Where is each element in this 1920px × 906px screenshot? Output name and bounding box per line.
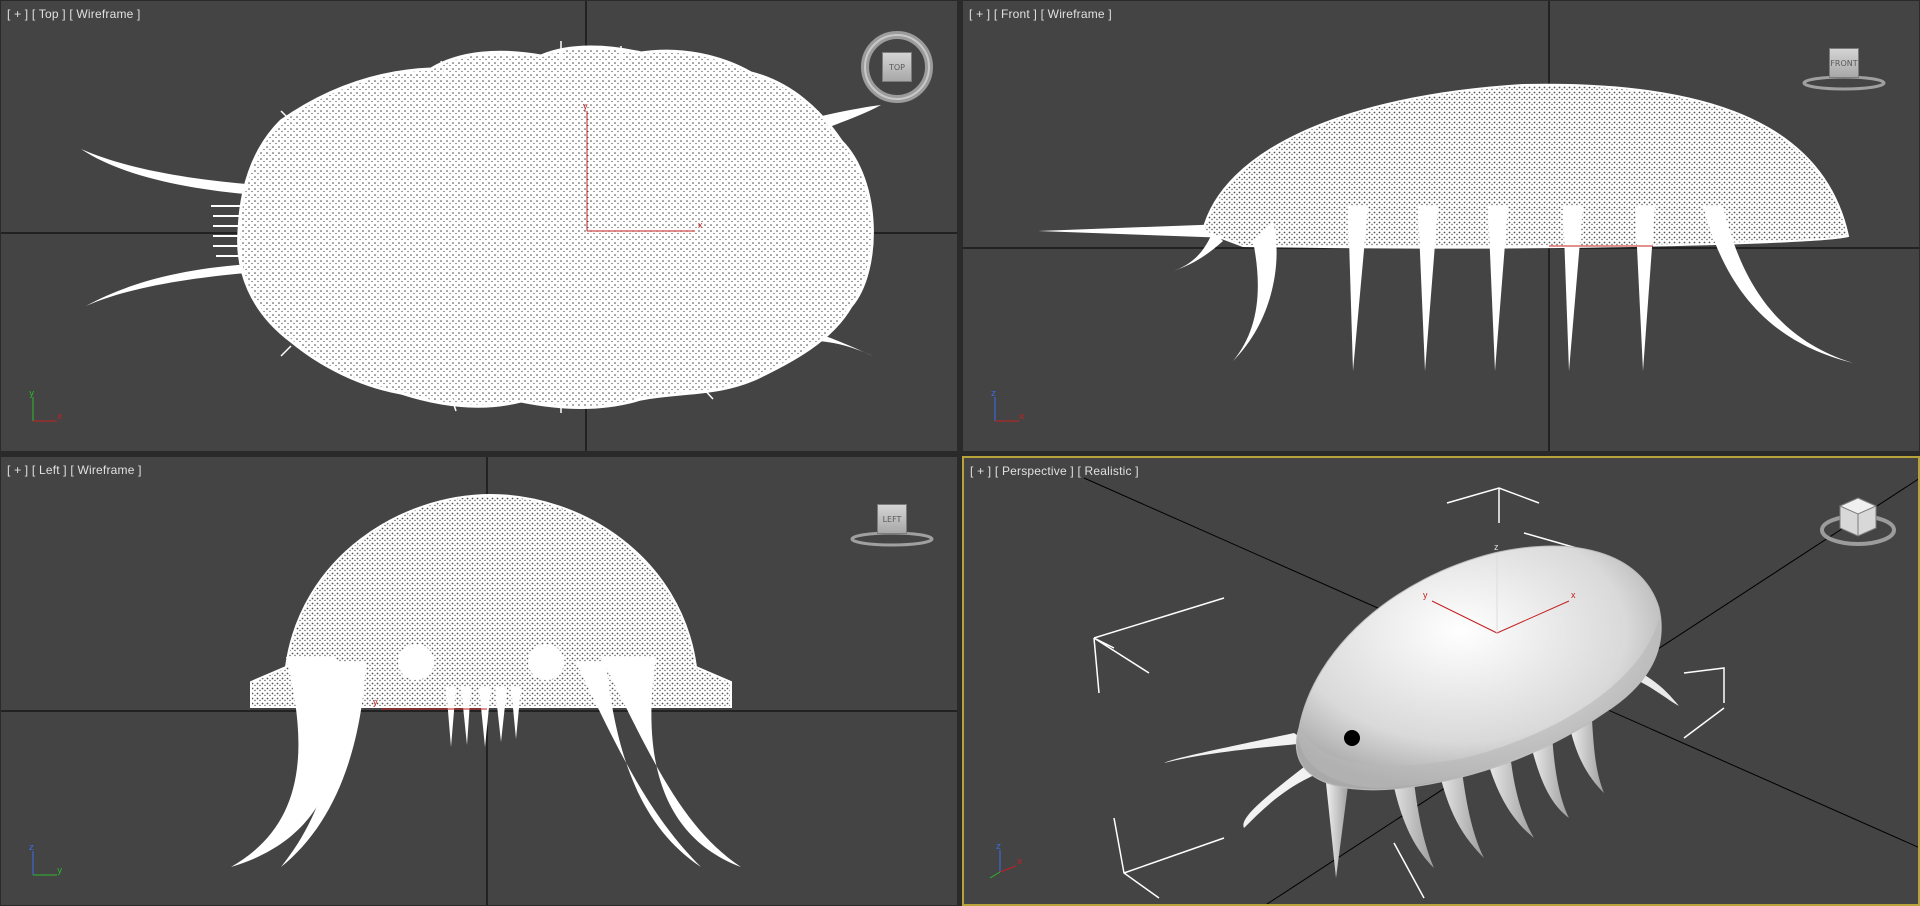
viewcube-top[interactable]: TOP [857, 27, 937, 107]
svg-text:z: z [991, 389, 996, 399]
viewcube-perspective[interactable] [1818, 494, 1898, 556]
axis-tripod-left: z y [29, 843, 63, 876]
antenna-upper [81, 149, 271, 196]
svg-text:x: x [57, 412, 63, 422]
left-scene: y [1, 457, 957, 905]
gizmo-y-label: y [1423, 590, 1428, 600]
viewport-menu-plus[interactable]: [ + ] [970, 464, 991, 478]
axis-tripod-front: z x [991, 389, 1025, 422]
perspective-scene: y x z [1083, 477, 1918, 904]
viewport-grid: [ + ] [ Top ] [ Wireframe ] x y TOP y x … [0, 0, 1920, 906]
top-scene: x y [1, 1, 957, 451]
gizmo-x-label: x [698, 220, 703, 230]
viewport-view-menu[interactable]: [ Perspective ] [995, 464, 1074, 478]
viewcube-front[interactable]: FRONT [1799, 39, 1889, 99]
viewport-top[interactable]: [ + ] [ Top ] [ Wireframe ] x y TOP y x [0, 0, 958, 452]
viewport-front[interactable]: [ + ] [ Front ] [ Wireframe ] FRONT z x [962, 0, 1920, 452]
viewcube-face[interactable]: TOP [882, 52, 912, 82]
viewport-view-menu[interactable]: [ Left ] [32, 463, 67, 477]
svg-text:y: y [29, 389, 35, 399]
viewport-label-top[interactable]: [ + ] [ Top ] [ Wireframe ] [7, 7, 141, 21]
axis-tripod-perspective: z x [989, 842, 1023, 879]
svg-text:x: x [1019, 412, 1025, 422]
viewcube-face[interactable]: FRONT [1829, 48, 1859, 78]
creature-eye [1344, 730, 1360, 746]
viewport-menu-plus[interactable]: [ + ] [7, 463, 28, 477]
creature-body-top [237, 45, 874, 409]
viewport-shading-menu[interactable]: [ Wireframe ] [69, 7, 140, 21]
viewcube-ring [1820, 497, 1896, 546]
gizmo-y-label: y [583, 101, 588, 111]
viewport-perspective[interactable]: [ + ] [ Perspective ] [ Realistic ] y x … [962, 456, 1920, 906]
svg-text:z: z [996, 842, 1001, 852]
svg-text:x: x [1017, 857, 1023, 867]
viewport-view-menu[interactable]: [ Front ] [994, 7, 1037, 21]
axis-tripod-top: y x [29, 389, 63, 422]
viewport-menu-plus[interactable]: [ + ] [969, 7, 990, 21]
svg-text:y: y [57, 866, 63, 876]
viewport-label-left[interactable]: [ + ] [ Left ] [ Wireframe ] [7, 463, 142, 477]
svg-text:z: z [29, 843, 34, 853]
viewport-left[interactable]: [ + ] [ Left ] [ Wireframe ] y LEFT z y [0, 456, 958, 906]
viewport-shading-menu[interactable]: [ Realistic ] [1077, 464, 1138, 478]
viewcube-face[interactable]: LEFT [877, 504, 907, 534]
gizmo-z-label: z [1494, 542, 1499, 552]
viewcube-left[interactable]: LEFT [847, 495, 937, 555]
viewport-view-menu[interactable]: [ Top ] [32, 7, 66, 21]
viewport-shading-menu[interactable]: [ Wireframe ] [1041, 7, 1112, 21]
viewport-label-perspective[interactable]: [ + ] [ Perspective ] [ Realistic ] [970, 464, 1139, 478]
gizmo-x-label: x [1571, 590, 1576, 600]
viewport-label-front[interactable]: [ + ] [ Front ] [ Wireframe ] [969, 7, 1112, 21]
viewport-shading-menu[interactable]: [ Wireframe ] [70, 463, 141, 477]
front-scene [963, 1, 1919, 451]
creature-body-front [1201, 83, 1850, 249]
viewport-menu-plus[interactable]: [ + ] [7, 7, 28, 21]
gizmo-y-label: y [373, 697, 378, 707]
creature-body-perspective [1295, 545, 1662, 791]
